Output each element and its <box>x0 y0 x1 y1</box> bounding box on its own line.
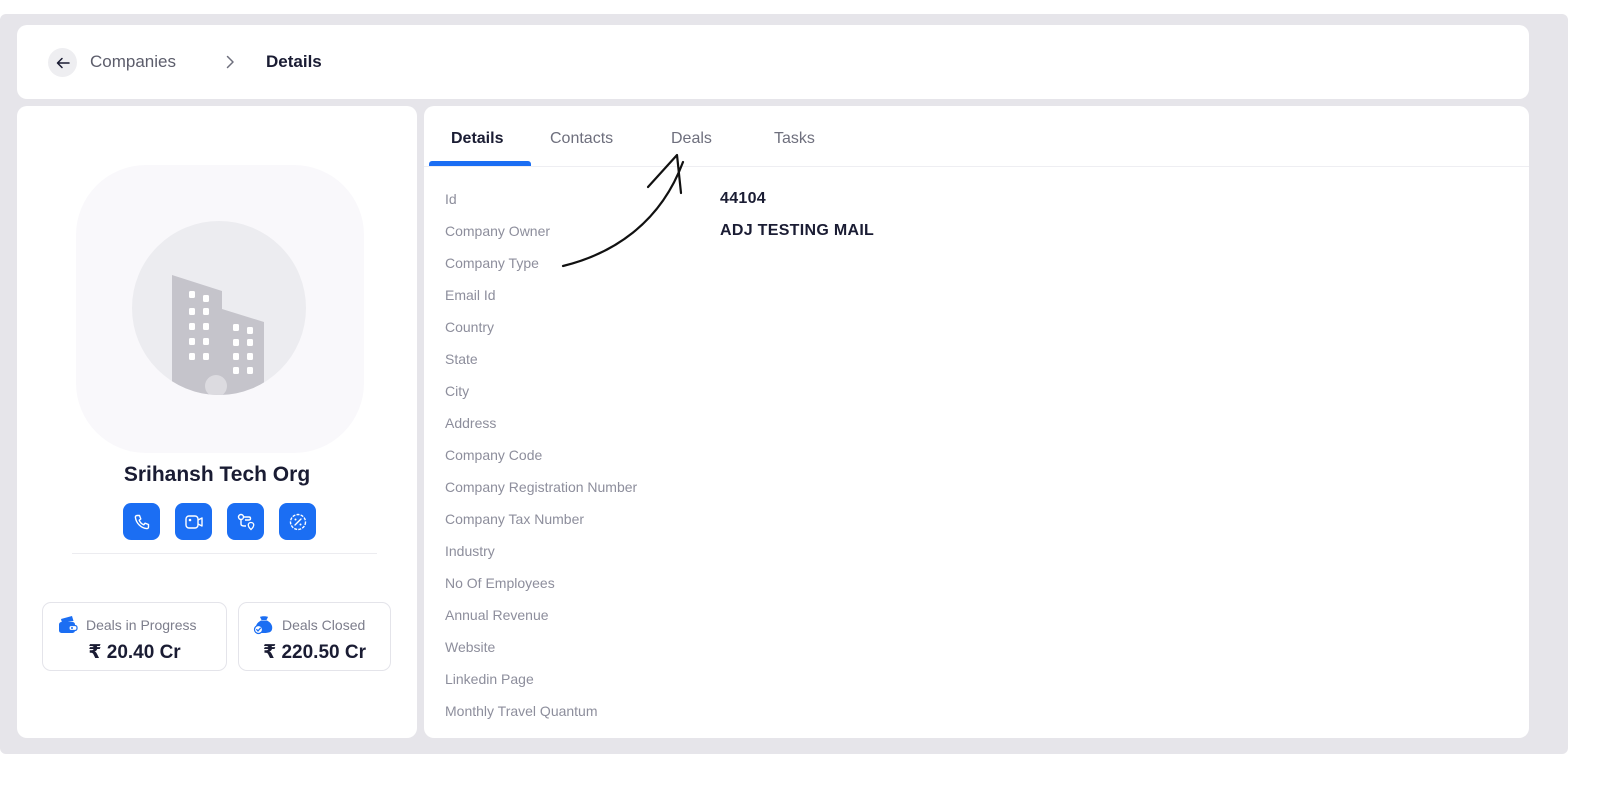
deals-closed-card: Deals Closed ₹ 220.50 Cr <box>238 602 391 671</box>
field-value-id: 44104 <box>720 190 766 207</box>
breadcrumb-companies-link[interactable]: Companies <box>90 51 176 73</box>
call-button[interactable] <box>123 503 160 540</box>
field-label: Id <box>445 191 457 207</box>
company-name: Srihansh Tech Org <box>123 463 311 486</box>
chevron-right-icon <box>223 52 237 72</box>
field-label: Country <box>445 319 495 335</box>
stat-value: ₹ 20.40 Cr <box>88 642 181 663</box>
field-label: City <box>445 383 470 399</box>
video-call-button[interactable] <box>175 503 212 540</box>
phone-icon <box>134 514 149 529</box>
tab-details[interactable]: Details <box>451 130 503 148</box>
stat-label: Deals in Progress <box>86 617 197 633</box>
money-bag-check-icon <box>253 616 273 635</box>
quick-actions <box>123 503 316 540</box>
divider <box>72 553 377 554</box>
company-profile-card: Srihansh Tech Org Deals in Progress ₹ 20… <box>17 106 417 738</box>
back-button[interactable] <box>48 48 77 77</box>
active-tab-indicator <box>429 161 531 166</box>
field-label: Email Id <box>445 287 496 303</box>
field-label: Company Owner <box>445 223 551 239</box>
field-label: Company Type <box>445 255 539 271</box>
field-label: No Of Employees <box>445 575 555 591</box>
wallet-cards-icon <box>59 616 78 633</box>
field-label: Industry <box>445 543 495 559</box>
discount-badge-icon <box>289 513 306 530</box>
field-labels: Id Company Owner Company Type Email Id C… <box>445 191 637 735</box>
field-label: Annual Revenue <box>445 607 549 623</box>
field-label: Monthly Travel Quantum <box>445 703 598 719</box>
breadcrumb: Companies Details <box>17 25 1529 99</box>
field-label: Address <box>445 415 497 431</box>
visit-button[interactable] <box>227 503 264 540</box>
arrow-left-icon <box>56 57 70 68</box>
breadcrumb-current: Details <box>266 52 322 71</box>
discount-button[interactable] <box>279 503 316 540</box>
field-label: Linkedin Page <box>445 671 534 687</box>
stat-value: ₹ 220.50 Cr <box>262 642 366 663</box>
tab-contacts[interactable]: Contacts <box>550 130 613 148</box>
tab-deals[interactable]: Deals <box>671 130 712 148</box>
field-label: Company Tax Number <box>445 511 585 527</box>
field-value-company-owner: ADJ TESTING MAIL <box>720 222 875 239</box>
deals-in-progress-card: Deals in Progress ₹ 20.40 Cr <box>42 602 227 671</box>
avatar <box>76 165 364 453</box>
company-details-card: Details Contacts Deals Tasks Id Company … <box>424 106 1529 738</box>
field-label: Website <box>445 639 496 655</box>
tab-bar: Details Contacts Deals Tasks <box>424 106 1529 167</box>
field-values: 44104 ADJ TESTING MAIL <box>720 190 874 254</box>
tab-tasks[interactable]: Tasks <box>774 130 815 148</box>
stat-label: Deals Closed <box>282 617 366 633</box>
field-label: State <box>445 351 478 367</box>
field-label: Company Registration Number <box>445 479 638 495</box>
video-call-icon <box>184 514 203 529</box>
building-icon <box>172 275 264 395</box>
route-pin-icon <box>237 513 254 530</box>
field-label: Company Code <box>445 447 543 463</box>
